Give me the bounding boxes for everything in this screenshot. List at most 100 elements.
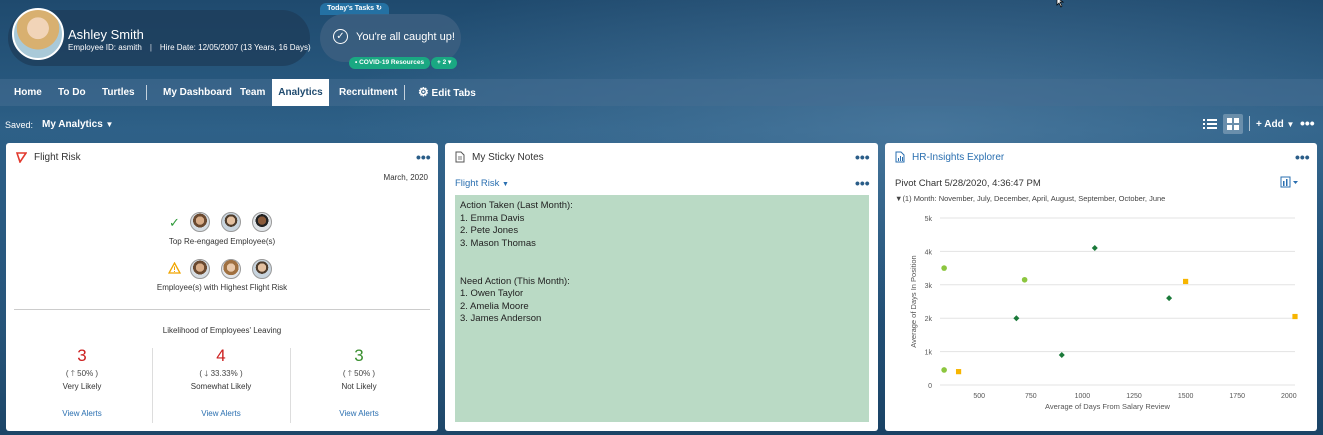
list-view-icon[interactable]: [1203, 118, 1217, 130]
somewhat-likely-label: Somewhat Likely: [190, 382, 252, 391]
todays-tasks-label: Today's Tasks: [327, 5, 375, 12]
avatar[interactable]: [252, 259, 272, 279]
avatar[interactable]: [252, 212, 272, 232]
mouse-cursor-icon: [1056, 0, 1065, 8]
saved-label: Saved:: [5, 120, 34, 130]
somewhat-likely-change: ( 🡓 33.33% ): [199, 369, 243, 378]
user-name: Ashley Smith: [68, 27, 144, 42]
flight-risk-panel: Flight Risk ••• March, 2020 ✓ Top Re-eng…: [6, 143, 438, 431]
caret-down-icon: ▼: [501, 181, 509, 188]
user-meta: Employee ID: asmith | Hire Date: 12/05/200…: [68, 43, 311, 52]
panel-title: My Sticky Notes: [472, 152, 544, 163]
report-date: March, 2020: [383, 173, 428, 182]
tab-edit-tabs[interactable]: ⚙ Edit Tabs: [408, 79, 486, 106]
data-point: [941, 367, 947, 373]
highest-risk-label: Employee(s) with Highest Flight Risk: [156, 283, 288, 292]
data-point: [1166, 295, 1173, 302]
y-tick-label: 5k: [925, 216, 933, 223]
very-likely-change: ( 🡑 50% ): [65, 369, 99, 378]
avatar[interactable]: [221, 259, 241, 279]
likelihood-title: Likelihood of Employees' Leaving: [162, 326, 282, 335]
avatar[interactable]: [190, 212, 210, 232]
tab-home[interactable]: Home: [4, 79, 52, 106]
note-line: 3. Mason Thomas: [460, 237, 536, 249]
very-likely-label: Very Likely: [62, 382, 102, 391]
scatter-chart: 0 1k 2k 3k 4k 5k 500 750 1000 1250 1500 1750 2000 Ave…: [909, 216, 1298, 411]
flight-risk-logo-icon: [16, 152, 27, 163]
profile-card: Ashley Smith Employee ID: asmith | Hire Da…: [8, 8, 311, 66]
very-likely-count: 3: [77, 346, 87, 365]
avatar[interactable]: [190, 259, 210, 279]
more-pills-label: + 2: [437, 59, 447, 66]
data-point: [1091, 245, 1098, 252]
toolbar-divider: [1249, 116, 1250, 131]
edit-tabs-label: Edit Tabs: [431, 88, 476, 99]
saved-dropdown[interactable]: My Analytics ▼: [42, 119, 113, 130]
y-tick-label: 2k: [925, 316, 933, 323]
grid-view-button[interactable]: [1223, 114, 1243, 134]
data-point: [955, 369, 962, 375]
data-point: [1058, 351, 1065, 358]
x-axis-label: Average of Days From Salary Review: [1045, 402, 1170, 411]
sticky-note-text[interactable]: Action Taken (Last Month): 1. Emma Davis 2…: [455, 195, 869, 422]
data-point: [1183, 278, 1189, 285]
y-tick-label: 4k: [925, 249, 933, 256]
tasks-card: ✓ You're all caught up!: [320, 14, 461, 62]
caret-down-icon: ▼: [105, 120, 114, 129]
note-icon: [455, 151, 465, 163]
nav-divider: [404, 85, 405, 100]
avatar[interactable]: [12, 8, 64, 60]
note-filter-label: Flight Risk: [455, 178, 500, 189]
tab-analytics[interactable]: Analytics: [272, 79, 329, 106]
view-alerts-link[interactable]: View Alerts: [42, 409, 122, 418]
reengaged-label: Top Re-engaged Employee(s): [168, 237, 276, 246]
y-tick-label: 3k: [925, 283, 933, 290]
somewhat-likely-count: 4: [216, 346, 226, 365]
not-likely-count: 3: [354, 346, 364, 365]
check-icon: ✓: [169, 215, 180, 230]
nav-divider: [146, 85, 147, 100]
covid-resources-pill[interactable]: • COVID-19 Resources: [349, 57, 431, 69]
note-filter-dropdown[interactable]: Flight Risk ▼: [455, 178, 509, 189]
tab-to-do[interactable]: To Do: [48, 79, 96, 106]
x-tick-label: 1500: [1178, 393, 1194, 400]
more-options-icon[interactable]: •••: [855, 175, 870, 191]
employee-id: Employee ID: asmith: [68, 43, 142, 52]
view-alerts-link[interactable]: View Alerts: [319, 409, 399, 418]
note-line: 2. Amelia Moore: [460, 300, 529, 312]
note-line: 1. Emma Davis: [460, 212, 525, 224]
nav-bar: Home To Do Turtles My Dashboard Team Ana…: [0, 79, 1323, 106]
tab-recruitment[interactable]: Recruitment: [329, 79, 407, 106]
note-line: 2. Pete Jones: [460, 225, 519, 237]
data-point: [1013, 315, 1020, 322]
data-point: [941, 265, 947, 271]
sticky-notes-panel: My Sticky Notes ••• Flight Risk ▼ ••• Ac…: [445, 143, 878, 431]
more-options-icon[interactable]: •••: [416, 149, 431, 165]
hire-date: Hire Date: 12/05/2007 (13 Years, 16 Days…: [159, 43, 311, 52]
chevron-down-icon: ▾: [448, 59, 452, 66]
dot-icon: •: [355, 59, 358, 66]
tab-my-dashboard[interactable]: My Dashboard: [153, 79, 242, 106]
more-options-icon[interactable]: •••: [1300, 115, 1315, 131]
check-icon: ✓: [333, 29, 348, 44]
more-pills-button[interactable]: + 2 ▾: [431, 57, 458, 69]
data-point: [1292, 313, 1298, 320]
tab-turtles[interactable]: Turtles: [92, 79, 145, 106]
avatar[interactable]: [221, 212, 241, 232]
x-tick-label: 500: [973, 393, 985, 400]
saved-value: My Analytics: [42, 119, 103, 130]
not-likely-label: Not Likely: [341, 382, 377, 391]
x-tick-label: 750: [1025, 393, 1037, 400]
covid-resources-label: COVID-19 Resources: [359, 59, 425, 66]
tab-team[interactable]: Team: [230, 79, 275, 106]
refresh-icon[interactable]: ↻: [376, 5, 382, 12]
x-tick-label: 2000: [1281, 393, 1297, 400]
x-tick-label: 1250: [1126, 393, 1142, 400]
view-alerts-link[interactable]: View Alerts: [181, 409, 261, 418]
more-options-icon[interactable]: •••: [855, 149, 870, 165]
note-line: 3. James Anderson: [460, 313, 542, 325]
y-axis-label: Average of Days In Position: [909, 255, 918, 347]
add-widget-button[interactable]: + Add ▼: [1256, 119, 1294, 130]
add-label: + Add: [1256, 119, 1284, 130]
warning-icon: [168, 262, 181, 274]
